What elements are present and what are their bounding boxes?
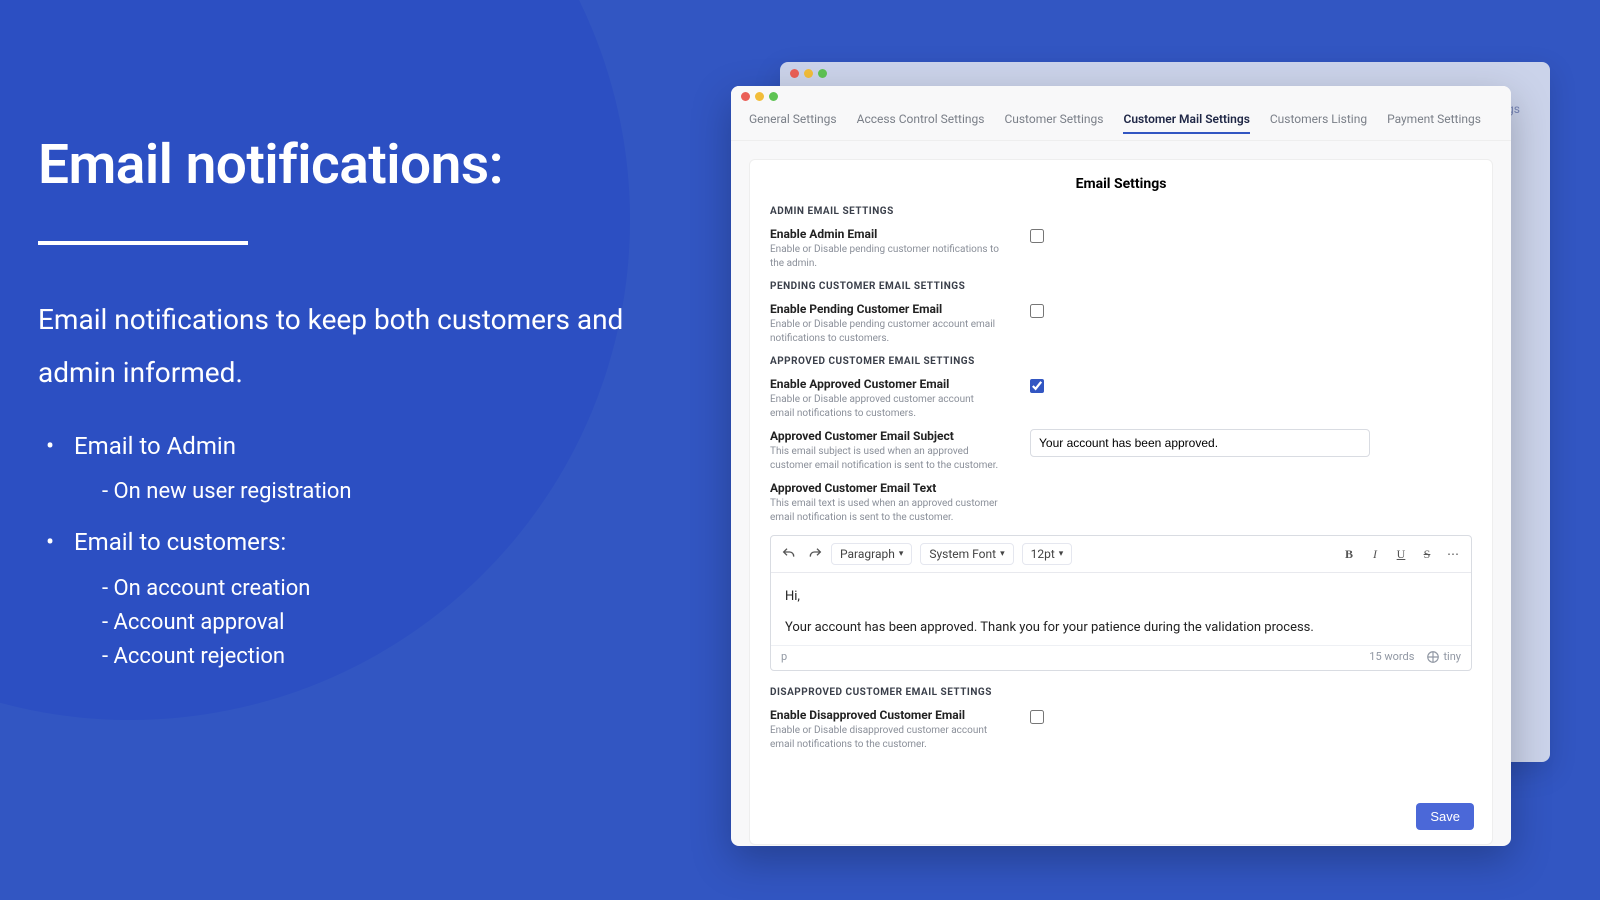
- font-family-select[interactable]: System Font ▾: [920, 543, 1013, 565]
- field-label: Enable Approved Customer Email: [770, 377, 1000, 391]
- chevron-down-icon: ▾: [899, 549, 904, 559]
- window-max-dot[interactable]: [769, 92, 778, 101]
- checkbox-enable-disapproved-email[interactable]: [1030, 710, 1044, 724]
- promo-sub-item: On new user registration: [102, 475, 628, 509]
- field-label: Enable Disapproved Customer Email: [770, 708, 1000, 722]
- editor-content[interactable]: Hi, Your account has been approved. Than…: [771, 573, 1471, 645]
- window-close-dot[interactable]: [741, 92, 750, 101]
- promo-sub-item: Account rejection: [102, 640, 628, 674]
- strikethrough-icon[interactable]: S: [1419, 546, 1435, 562]
- chevron-down-icon: ▾: [1000, 549, 1005, 559]
- field-desc: This email subject is used when an appro…: [770, 445, 1000, 473]
- field-desc: Enable or Disable disapproved customer a…: [770, 724, 1000, 752]
- font-size-value: 12pt: [1031, 547, 1055, 561]
- tab-access-control-settings[interactable]: Access Control Settings: [857, 112, 985, 134]
- bold-icon[interactable]: B: [1341, 546, 1357, 562]
- section-disapproved-heading: DISAPPROVED CUSTOMER EMAIL SETTINGS: [770, 687, 1472, 698]
- font-family-value: System Font: [929, 547, 996, 561]
- field-label: Enable Pending Customer Email: [770, 302, 1000, 316]
- checkbox-enable-pending-email[interactable]: [1030, 304, 1044, 318]
- window-min-dot: [804, 69, 813, 78]
- tab-customer-mail-settings[interactable]: Customer Mail Settings: [1123, 112, 1249, 134]
- undo-icon[interactable]: [781, 546, 797, 562]
- window-titlebar-back: [780, 62, 1550, 84]
- field-desc: Enable or Disable approved customer acco…: [770, 393, 1000, 421]
- input-approved-subject[interactable]: [1030, 429, 1370, 457]
- promo-bullet-label: Email to customers:: [74, 528, 286, 556]
- italic-icon[interactable]: I: [1367, 546, 1383, 562]
- row-enable-pending-email: Enable Pending Customer Email Enable or …: [770, 302, 1472, 346]
- promo-bullet-label: Email to Admin: [74, 432, 236, 460]
- editor-toolbar: Paragraph ▾ System Font ▾ 12pt ▾ B I U S…: [771, 536, 1471, 573]
- row-enable-admin-email: Enable Admin Email Enable or Disable pen…: [770, 227, 1472, 271]
- window-close-dot: [790, 69, 799, 78]
- email-settings-card: Email Settings ADMIN EMAIL SETTINGS Enab…: [749, 159, 1493, 845]
- promo-divider: [38, 241, 248, 245]
- card-title: Email Settings: [770, 176, 1472, 192]
- field-desc: Enable or Disable pending customer notif…: [770, 243, 1000, 271]
- promo-bullet-customers: Email to customers: On account creation …: [38, 523, 628, 674]
- promo-panel: Email notifications: Email notifications…: [38, 135, 628, 688]
- promo-sub-item: Account approval: [102, 606, 628, 640]
- editor-word-count: 15 words: [1369, 650, 1414, 663]
- tab-customers-listing[interactable]: Customers Listing: [1270, 112, 1367, 134]
- promo-title: Email notifications:: [38, 135, 628, 196]
- editor-line: Your account has been approved. Thank yo…: [785, 618, 1457, 639]
- block-format-select[interactable]: Paragraph ▾: [831, 543, 912, 565]
- row-enable-disapproved-email: Enable Disapproved Customer Email Enable…: [770, 708, 1472, 752]
- promo-sub-item: On account creation: [102, 572, 628, 606]
- field-label: Approved Customer Email Text: [770, 481, 1000, 495]
- tab-customer-settings[interactable]: Customer Settings: [1004, 112, 1103, 134]
- redo-icon[interactable]: [807, 546, 823, 562]
- row-enable-approved-email: Enable Approved Customer Email Enable or…: [770, 377, 1472, 421]
- field-label: Enable Admin Email: [770, 227, 1000, 241]
- save-button[interactable]: Save: [1416, 803, 1474, 830]
- editor-status-path: p: [781, 650, 787, 663]
- settings-window: General Settings Access Control Settings…: [731, 86, 1511, 846]
- field-desc: Enable or Disable pending customer accou…: [770, 318, 1000, 346]
- editor-line: Hi,: [785, 587, 1457, 608]
- promo-bullet-admin: Email to Admin On new user registration: [38, 427, 628, 509]
- editor-footer: p 15 words tiny: [771, 645, 1471, 670]
- field-label: Approved Customer Email Subject: [770, 429, 1000, 443]
- row-approved-subject: Approved Customer Email Subject This ema…: [770, 429, 1472, 473]
- checkbox-enable-approved-email[interactable]: [1030, 379, 1044, 393]
- promo-lead: Email notifications to keep both custome…: [38, 293, 628, 399]
- more-icon[interactable]: ⋯: [1445, 546, 1461, 562]
- section-admin-heading: ADMIN EMAIL SETTINGS: [770, 206, 1472, 217]
- underline-icon[interactable]: U: [1393, 546, 1409, 562]
- block-format-value: Paragraph: [840, 547, 895, 561]
- window-max-dot: [818, 69, 827, 78]
- tiny-badge: tiny: [1426, 650, 1461, 664]
- tab-payment-settings[interactable]: Payment Settings: [1387, 112, 1481, 134]
- checkbox-enable-admin-email[interactable]: [1030, 229, 1044, 243]
- tiny-brand-label: tiny: [1443, 650, 1461, 663]
- window-titlebar: [731, 86, 1511, 106]
- field-desc: This email text is used when an approved…: [770, 497, 1000, 525]
- rich-text-editor: Paragraph ▾ System Font ▾ 12pt ▾ B I U S…: [770, 535, 1472, 671]
- window-min-dot[interactable]: [755, 92, 764, 101]
- tab-general-settings[interactable]: General Settings: [749, 112, 837, 134]
- font-size-select[interactable]: 12pt ▾: [1022, 543, 1073, 565]
- section-pending-heading: PENDING CUSTOMER EMAIL SETTINGS: [770, 281, 1472, 292]
- section-approved-heading: APPROVED CUSTOMER EMAIL SETTINGS: [770, 356, 1472, 367]
- chevron-down-icon: ▾: [1059, 549, 1064, 559]
- tabs: General Settings Access Control Settings…: [731, 106, 1511, 141]
- row-approved-text: Approved Customer Email Text This email …: [770, 481, 1472, 525]
